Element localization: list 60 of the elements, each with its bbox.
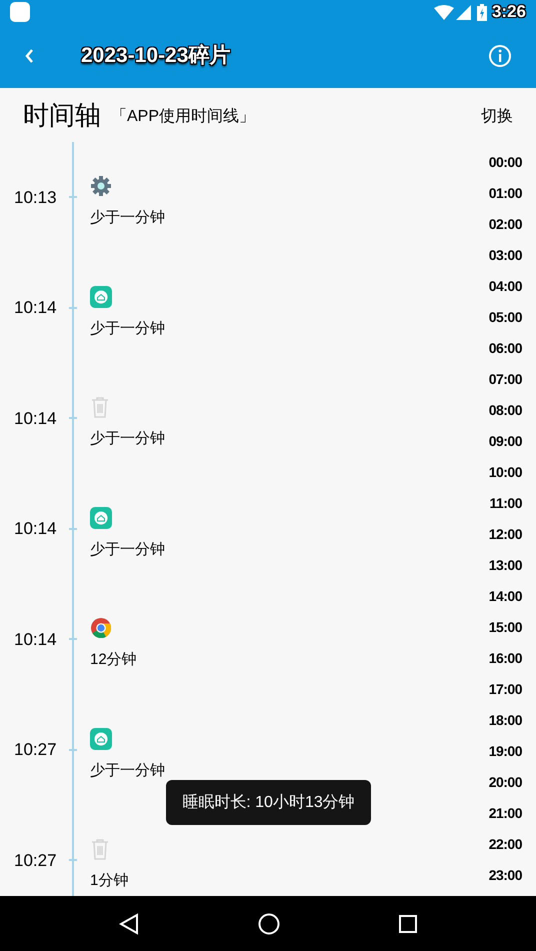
status-time: 3:26: [492, 1, 526, 24]
hour-label[interactable]: 10:00: [488, 457, 522, 488]
hour-label[interactable]: 02:00: [488, 209, 522, 240]
toast: 睡眠时长: 10小时13分钟: [166, 780, 371, 825]
hour-label[interactable]: 13:00: [488, 550, 522, 581]
house-icon: [90, 286, 112, 308]
hour-label[interactable]: 22:00: [488, 829, 522, 860]
hour-label[interactable]: 12:00: [488, 519, 522, 550]
recents-nav-icon[interactable]: [398, 914, 417, 932]
house-icon: [90, 506, 112, 528]
battery-icon: [476, 4, 487, 20]
hour-label[interactable]: 03:00: [488, 240, 522, 271]
duration-text: 少于一分钟: [90, 318, 165, 338]
hour-label[interactable]: 23:00: [488, 860, 522, 891]
duration-text: 少于一分钟: [90, 429, 165, 449]
event-time: 10:14: [14, 628, 57, 650]
duration-text: 少于一分钟: [90, 760, 165, 780]
switch-link[interactable]: 切换: [481, 105, 513, 129]
hour-label[interactable]: 16:00: [488, 643, 522, 674]
wifi-icon: [434, 4, 454, 20]
hour-label[interactable]: 07:00: [488, 364, 522, 395]
back-icon[interactable]: [24, 48, 34, 64]
event-time: 10:27: [14, 739, 57, 761]
hour-label[interactable]: 08:00: [488, 395, 522, 426]
hour-label[interactable]: 20:00: [488, 767, 522, 798]
event-time: 10:14: [14, 297, 57, 319]
section-subtitle: 「APP使用时间线」: [111, 106, 256, 127]
section-title: 时间轴: [23, 98, 101, 132]
info-icon[interactable]: [488, 44, 512, 68]
duration-text: 少于一分钟: [90, 540, 165, 560]
gear-icon: [90, 175, 112, 197]
hour-label[interactable]: 17:00: [488, 674, 522, 705]
back-nav-icon[interactable]: [119, 912, 140, 934]
duration-text: 12分钟: [90, 650, 137, 670]
signal-icon: [456, 4, 471, 20]
hour-label[interactable]: 15:00: [488, 612, 522, 643]
hour-label[interactable]: 09:00: [488, 426, 522, 457]
hour-label[interactable]: 06:00: [488, 333, 522, 364]
event-time: 10:14: [14, 518, 57, 540]
hour-label[interactable]: 05:00: [488, 302, 522, 333]
trash-icon: [90, 838, 110, 860]
hour-label[interactable]: 11:00: [489, 488, 522, 519]
hour-label[interactable]: 01:00: [488, 178, 522, 209]
hour-label[interactable]: 21:00: [488, 798, 522, 829]
home-nav-icon[interactable]: [258, 912, 280, 934]
app-icon: [10, 2, 30, 22]
hour-label[interactable]: 04:00: [488, 271, 522, 302]
hour-label[interactable]: 00:00: [488, 147, 522, 178]
hour-label[interactable]: 14:00: [488, 581, 522, 612]
duration-text: 1分钟: [90, 871, 128, 891]
hour-label[interactable]: 18:00: [488, 705, 522, 736]
event-time: 10:27: [14, 850, 57, 872]
event-time: 10:14: [14, 408, 57, 430]
trash-icon: [90, 396, 110, 418]
browser-icon: [90, 617, 112, 639]
app-bar-title: 2023-10-23碎片: [81, 43, 230, 70]
event-time: 10:13: [14, 186, 57, 208]
duration-text: 少于一分钟: [90, 208, 165, 228]
house-icon: [90, 728, 112, 750]
hour-label[interactable]: 19:00: [488, 736, 522, 767]
